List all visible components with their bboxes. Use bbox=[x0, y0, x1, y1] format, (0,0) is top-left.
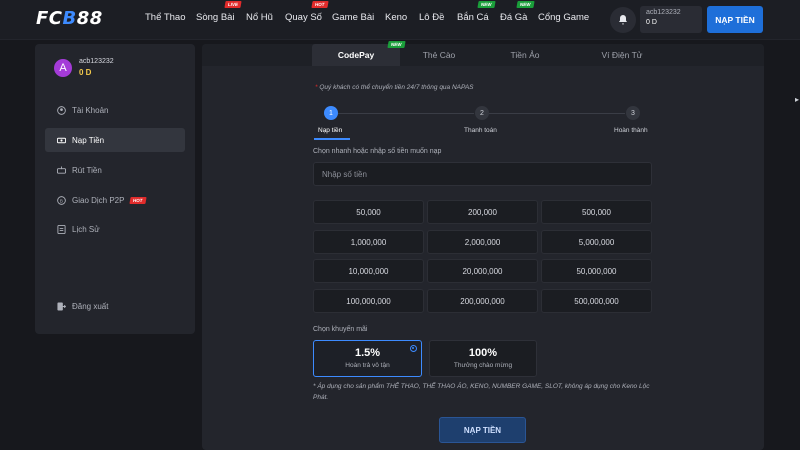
nav-keno[interactable]: Keno bbox=[385, 12, 407, 23]
cash-icon bbox=[57, 136, 66, 145]
nav-quay-so[interactable]: Quay Số HOT bbox=[285, 1, 329, 23]
sidebar-username: acb123232 bbox=[79, 58, 114, 65]
promo-option-rebate[interactable]: 1.5% Hoàn trả vô tận bbox=[313, 340, 422, 377]
svg-text:B: B bbox=[60, 198, 63, 203]
nav-lo-de[interactable]: Lô Đề bbox=[419, 12, 444, 23]
promo-option-welcome[interactable]: 100% Thưởng chào mừng bbox=[429, 340, 537, 377]
step-1-label: Nạp tiền bbox=[318, 127, 343, 134]
amount-option[interactable]: 5,000,000 bbox=[541, 230, 652, 254]
step-3-label: Hoàn thành bbox=[614, 127, 648, 134]
amount-option[interactable]: 2,000,000 bbox=[427, 230, 538, 254]
amount-input[interactable] bbox=[313, 162, 652, 186]
tab-vi-dien-tu[interactable]: Ví Điện Tử bbox=[572, 44, 672, 66]
promo-desc: Hoàn trả vô tận bbox=[345, 362, 390, 369]
step-2-label: Thanh toán bbox=[464, 127, 497, 134]
logout-label: Đăng xuất bbox=[72, 301, 109, 311]
promo-desc: Thưởng chào mừng bbox=[453, 362, 513, 369]
sidebar-item-deposit[interactable]: Nạp Tiền bbox=[45, 128, 185, 152]
amount-option[interactable]: 100,000,000 bbox=[313, 289, 424, 313]
amount-option[interactable]: 50,000,000 bbox=[541, 259, 652, 283]
amount-option[interactable]: 1,000,000 bbox=[313, 230, 424, 254]
step-3-circle: 3 bbox=[626, 106, 640, 120]
new-badge: NEW bbox=[477, 1, 496, 8]
step-connector bbox=[338, 113, 474, 114]
top-header: FCB88 Thể Thao Sòng Bài LIVE Nổ Hũ Quay S… bbox=[0, 0, 800, 40]
sidebar-item-p2p[interactable]: B Giao Dịch P2P HOT bbox=[45, 188, 185, 212]
sidebar-item-label: Rút Tiền bbox=[72, 165, 102, 175]
promo-label: Chọn khuyến mãi bbox=[313, 326, 368, 333]
tab-the-cao[interactable]: Thẻ Cào bbox=[400, 44, 478, 66]
user-balance-box[interactable]: acb123232 0 D bbox=[640, 6, 702, 33]
sidebar-item-history[interactable]: Lịch Sử bbox=[45, 217, 185, 241]
step-connector bbox=[489, 113, 625, 114]
header-username: acb123232 bbox=[646, 9, 681, 16]
amount-option[interactable]: 200,000 bbox=[427, 200, 538, 224]
nav-da-ga[interactable]: Đá Gà NEW bbox=[500, 1, 535, 23]
withdraw-icon bbox=[57, 165, 66, 175]
promo-footnote: * Áp dụng cho sản phẩm THỂ THAO, THỂ THA… bbox=[313, 383, 650, 401]
sidebar-item-withdraw[interactable]: Rút Tiền bbox=[45, 158, 185, 182]
sidebar-balance: 0 D bbox=[79, 68, 92, 77]
tab-tien-ao[interactable]: Tiền Ảo bbox=[486, 44, 564, 66]
history-icon bbox=[57, 224, 66, 234]
tab-codepay[interactable]: CodePay NEW bbox=[312, 41, 405, 66]
radio-selected-icon bbox=[410, 345, 417, 352]
sidebar-item-account[interactable]: Tài Khoản bbox=[45, 98, 185, 122]
account-sidebar: A acb123232 0 D Tài Khoản Nạp Tiền Rút T… bbox=[35, 44, 195, 334]
nav-game-bai[interactable]: Game Bài bbox=[332, 12, 374, 23]
amount-option[interactable]: 10,000,000 bbox=[313, 259, 424, 283]
nav-the-thao[interactable]: Thể Thao bbox=[145, 12, 186, 23]
promo-percent: 1.5% bbox=[354, 347, 381, 359]
submit-deposit-button[interactable]: NẠP TIỀN bbox=[439, 417, 526, 443]
amount-option[interactable]: 500,000,000 bbox=[541, 289, 652, 313]
notification-bell-icon[interactable] bbox=[610, 7, 636, 33]
nav-cong-game[interactable]: Cổng Game bbox=[538, 12, 589, 23]
napas-note: * Quý khách có thể chuyển tiền 24/7 thôn… bbox=[315, 84, 474, 91]
nav-song-bai[interactable]: Sòng Bài LIVE bbox=[196, 1, 242, 23]
active-step-indicator bbox=[314, 138, 350, 140]
scroll-indicator-icon[interactable]: ▸ bbox=[795, 95, 799, 104]
amount-option[interactable]: 500,000 bbox=[541, 200, 652, 224]
hot-badge: HOT bbox=[129, 196, 147, 204]
amount-option[interactable]: 200,000,000 bbox=[427, 289, 538, 313]
step-1-circle: 1 bbox=[324, 106, 338, 120]
step-2-circle: 2 bbox=[475, 106, 489, 120]
deposit-button[interactable]: NẠP TIỀN bbox=[707, 6, 763, 33]
sidebar-item-label: Giao Dịch P2P bbox=[72, 195, 125, 205]
amount-option[interactable]: 20,000,000 bbox=[427, 259, 538, 283]
p2p-icon: B bbox=[57, 195, 66, 205]
new-badge: NEW bbox=[516, 1, 535, 8]
deposit-panel: CodePay NEW Thẻ Cào Tiền Ảo Ví Điện Tử * … bbox=[202, 41, 764, 450]
logout-button[interactable]: Đăng xuất bbox=[45, 294, 185, 318]
live-badge: LIVE bbox=[223, 1, 242, 8]
avatar[interactable]: A bbox=[54, 59, 72, 77]
amount-label: Chọn nhanh hoặc nhập số tiền muốn nạp bbox=[313, 148, 442, 155]
header-balance: 0 D bbox=[646, 19, 657, 26]
hot-badge: HOT bbox=[311, 1, 329, 8]
tab-bar bbox=[202, 44, 764, 66]
logo[interactable]: FCB88 bbox=[36, 8, 103, 29]
user-icon bbox=[57, 105, 66, 115]
amount-option[interactable]: 50,000 bbox=[313, 200, 424, 224]
sidebar-item-label: Tài Khoản bbox=[72, 105, 109, 115]
promo-percent: 100% bbox=[468, 347, 498, 359]
nav-ban-ca[interactable]: Bắn Cá NEW bbox=[457, 1, 496, 23]
sidebar-item-label: Lịch Sử bbox=[72, 224, 100, 234]
sidebar-item-label: Nạp Tiền bbox=[72, 135, 105, 145]
logout-icon bbox=[57, 301, 67, 311]
nav-no-hu[interactable]: Nổ Hũ bbox=[246, 12, 273, 23]
